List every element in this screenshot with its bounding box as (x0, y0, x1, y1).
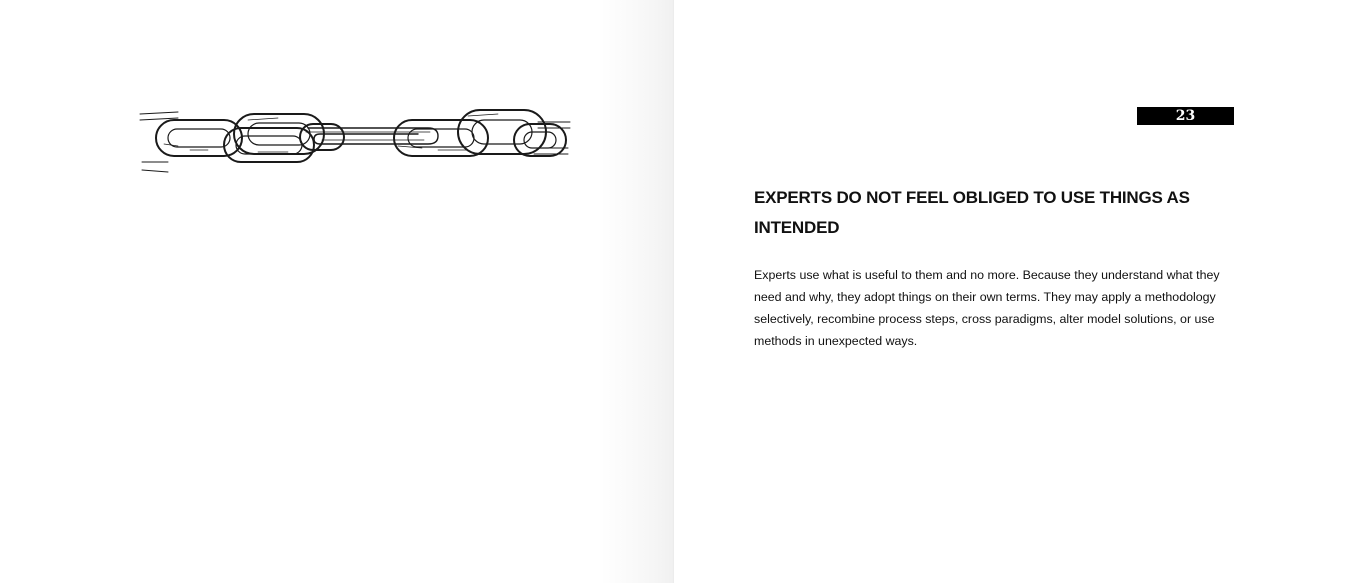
left-page (0, 0, 674, 583)
gutter-shadow (600, 0, 674, 583)
book-spread: 23 EXPERTS DO NOT FEEL OBLIGED TO USE TH… (0, 0, 1360, 583)
chain-paperclip-illustration (139, 109, 571, 173)
page-number: 23 (1137, 107, 1234, 125)
body-paragraph: Experts use what is useful to them and n… (754, 268, 1220, 348)
section-heading: EXPERTS DO NOT FEEL OBLIGED TO USE THING… (754, 188, 1190, 237)
